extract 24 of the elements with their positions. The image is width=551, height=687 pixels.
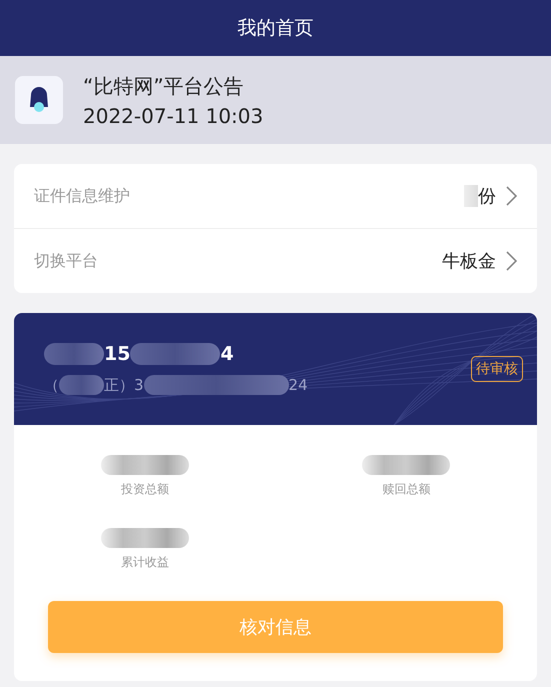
menu-row[interactable]: 切换平台 牛板金	[14, 229, 537, 293]
menu-label: 证件信息维护	[34, 186, 131, 206]
notice-time: 2022-07-11 10:03	[83, 104, 264, 128]
menu-label: 切换平台	[34, 250, 99, 272]
notice-title[interactable]: “比特网”平台公告	[83, 72, 264, 100]
stat-label: 累计收益	[120, 554, 169, 571]
chevron-right-icon	[506, 186, 517, 206]
account-text: 24	[288, 376, 308, 394]
menu-value: 牛板金	[442, 250, 496, 273]
account-text: 正）3	[104, 376, 144, 394]
stat-label: 赎回总额	[382, 481, 430, 498]
redacted-mark	[59, 375, 104, 395]
menu-value: 份	[478, 185, 496, 208]
menu-row[interactable]: 证件信息维护 份	[14, 164, 537, 229]
redacted-mark	[464, 185, 478, 207]
account-text: （	[44, 376, 59, 394]
page-title: 我的首页	[0, 0, 551, 56]
stat-label: 投资总额	[120, 481, 169, 498]
bell-icon[interactable]	[15, 76, 63, 124]
account-text: 15	[104, 343, 130, 365]
status-tag: 待审核	[471, 356, 523, 382]
redacted-mark	[44, 343, 104, 365]
account-text: 4	[220, 343, 234, 365]
chevron-right-icon	[506, 251, 517, 271]
